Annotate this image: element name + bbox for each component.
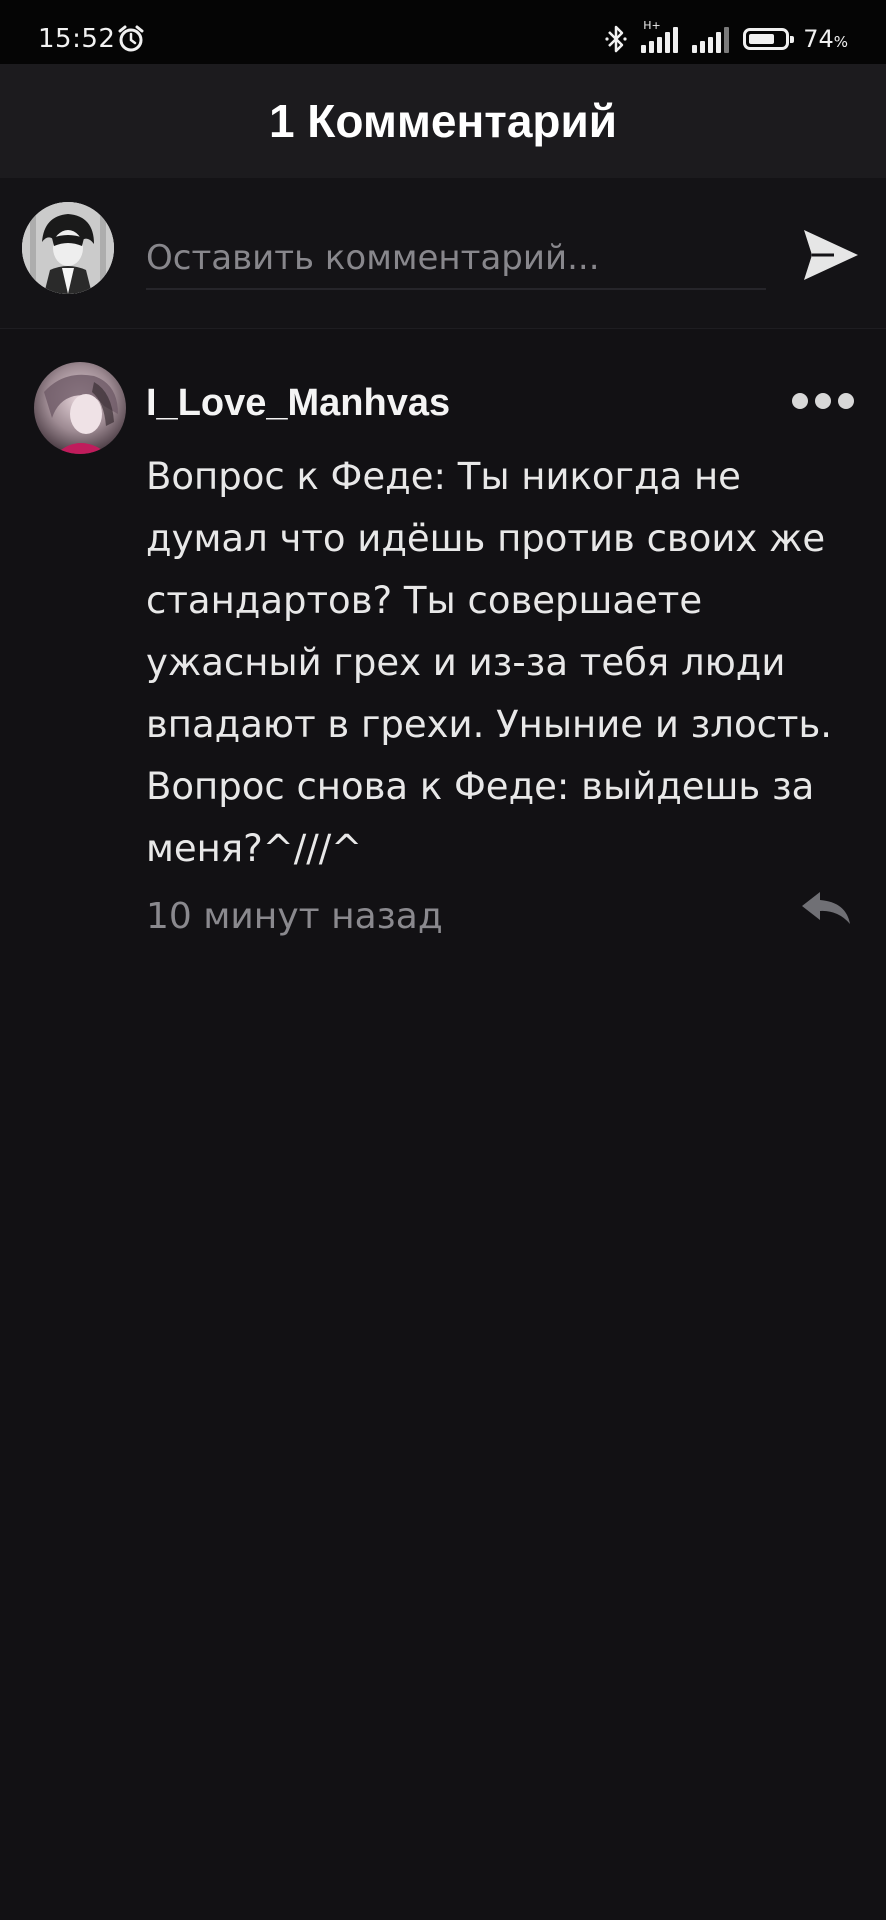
status-icons: H+ 74% <box>605 19 848 56</box>
avatar[interactable] <box>34 362 126 454</box>
comments-screen: 15:52 H+ 74% 1 Комментарий Оставить комм… <box>0 0 886 1920</box>
battery-icon <box>743 28 795 50</box>
comment-timestamp: 10 минут назад <box>146 896 443 937</box>
comment-composer <box>0 178 886 329</box>
reply-icon <box>802 892 850 924</box>
comment-text: Вопрос к Феде: Ты никогда не думал что и… <box>146 455 833 870</box>
status-bar: 15:52 H+ 74% <box>0 0 886 64</box>
signal-icon <box>692 25 730 53</box>
avatar-image <box>34 362 126 454</box>
battery-fill <box>749 34 775 44</box>
network-type-label: H+ <box>643 19 661 32</box>
alarm-icon <box>118 25 144 52</box>
more-icon-dot <box>815 393 831 409</box>
send-button[interactable] <box>798 222 864 288</box>
status-time: 15:52 <box>38 24 116 54</box>
avatar[interactable] <box>22 202 114 294</box>
page-title: 1 Комментарий <box>268 95 618 147</box>
avatar-image <box>22 202 114 294</box>
more-icon-dot <box>792 393 808 409</box>
comment-author[interactable]: I_Love_Manhvas <box>146 382 450 425</box>
more-options-button[interactable] <box>792 390 854 412</box>
header: 1 Комментарий <box>0 64 886 178</box>
bluetooth-icon <box>605 25 627 53</box>
reply-button[interactable] <box>800 888 852 928</box>
comment-input[interactable] <box>146 228 766 290</box>
battery-percent: 74% <box>803 25 848 53</box>
send-icon <box>804 230 858 280</box>
more-icon-dot <box>838 393 854 409</box>
signal-icon: H+ <box>641 19 679 53</box>
